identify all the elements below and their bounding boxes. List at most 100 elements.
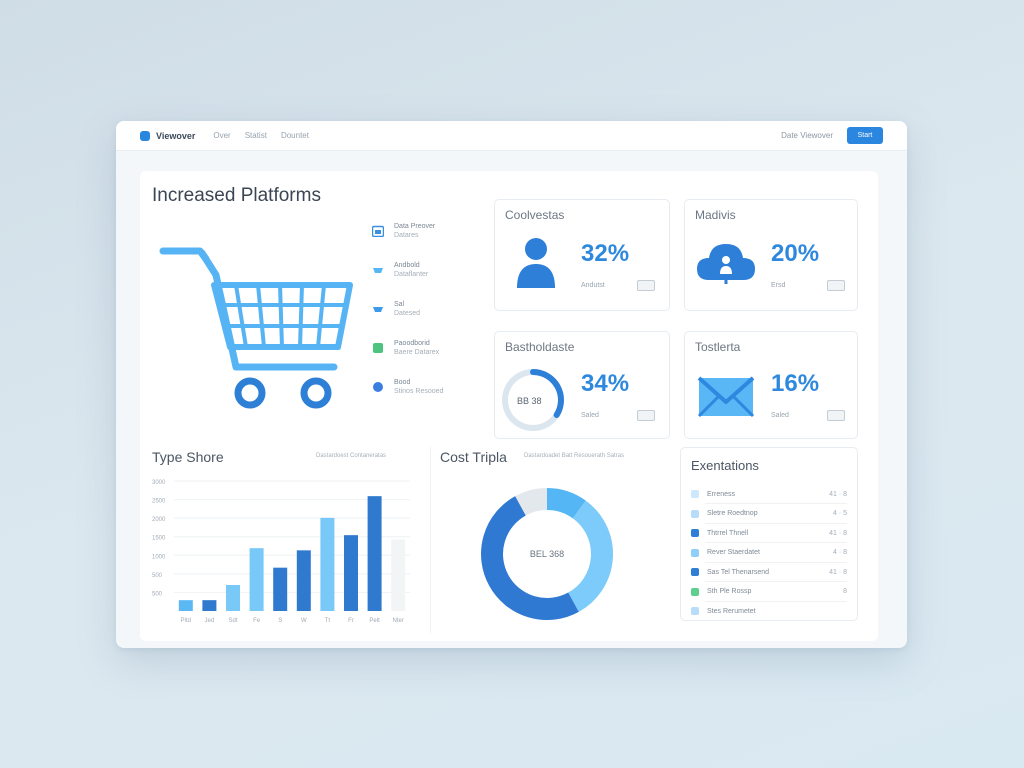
donut-slice-4[interactable]: [515, 488, 548, 516]
x-tick-label: Tt: [325, 618, 331, 624]
legend-subtitle: Stinos Resooed: [394, 388, 444, 395]
legend-title: Bood: [394, 379, 411, 386]
legend-title: Andbold: [394, 262, 420, 269]
event-row[interactable]: Rever Staerdatet 4 · 8: [691, 545, 847, 561]
event-row[interactable]: Sletre Roedtnop 4 · 5: [691, 506, 847, 522]
legend-subtitle: Datares: [394, 232, 419, 239]
stat-value: 34%: [581, 370, 630, 397]
legend-item[interactable]: Bood Stinos Resooed: [372, 379, 482, 418]
legend-subtitle: Baere Datarex: [394, 349, 440, 356]
event-dot-icon: [691, 568, 699, 576]
event-row[interactable]: Sas Tel Thenarsend 41 · 8: [691, 564, 847, 580]
event-meta: 41 · 8: [829, 490, 847, 498]
stat-meta: Ersd: [771, 282, 786, 289]
legend-item[interactable]: Andbold Dataflanter: [372, 262, 482, 301]
stat-card-coolvestas[interactable]: Coolvestas 32% Andutst: [494, 199, 670, 311]
dashboard-window: Viewover Over Statist Dountet Date Viewo…: [116, 121, 907, 648]
event-dot-icon: [691, 529, 699, 537]
tag-icon: [373, 268, 383, 273]
stat-card-tostlerta[interactable]: Tostlerta 16% Saled: [684, 331, 858, 439]
event-meta: 41 · 8: [829, 568, 847, 576]
stat-value: 32%: [581, 240, 630, 267]
arc-center-text: BB 38: [517, 396, 542, 406]
bar-w[interactable]: [296, 550, 311, 611]
bar-pitd[interactable]: [178, 600, 193, 611]
y-tick-label: 500: [152, 591, 163, 597]
legend-subtitle: Datesed: [394, 310, 421, 317]
legend-title: Sal: [394, 301, 405, 308]
bar-jed[interactable]: [202, 600, 217, 611]
event-label: Rever Staerdatet: [707, 549, 760, 556]
stat-chip[interactable]: [637, 410, 655, 421]
panel-title: Exentations: [691, 458, 759, 473]
stat-meta: Saled: [581, 412, 599, 419]
nav-link-dountet[interactable]: Dountet: [281, 131, 309, 140]
legend-item[interactable]: Sal Datesed: [372, 301, 482, 340]
bar-fe[interactable]: [249, 548, 264, 611]
event-label: Stes Rerumetet: [707, 607, 756, 615]
y-tick-label: 1500: [152, 536, 166, 542]
cloud-icon: [697, 244, 755, 284]
brand-logo[interactable]: Viewover: [140, 130, 195, 141]
donut-slice-1[interactable]: [546, 488, 586, 519]
stat-card-bastholdaste[interactable]: Bastholdaste BB 38 34% Saled: [494, 331, 670, 439]
event-row[interactable]: Thtrrel Thnell 41 · 8: [691, 525, 847, 541]
top-bar: Viewover Over Statist Dountet Date Viewo…: [116, 121, 907, 151]
nav-link-statist[interactable]: Statist: [245, 131, 267, 140]
event-label: Erreness: [707, 490, 736, 498]
stat-value: 16%: [771, 370, 820, 397]
stat-meta: Saled: [771, 412, 789, 419]
event-divider: [705, 522, 847, 524]
bar-s[interactable]: [273, 567, 288, 611]
event-label: Thtrrel Thnell: [707, 529, 749, 537]
bar-fr[interactable]: [344, 535, 358, 611]
donut-slice-2[interactable]: [567, 500, 613, 612]
x-tick-label: Nter: [393, 618, 404, 624]
x-tick-label: Fr: [348, 618, 354, 624]
donut-chart: BEL 368: [481, 488, 613, 620]
stat-chip[interactable]: [827, 410, 845, 421]
cost-triple-panel: Cost Tripla Dastardoadet Batt Resouerath…: [434, 443, 670, 633]
event-meta: 41 · 8: [829, 529, 847, 537]
legend-item[interactable]: Data Preover Datares: [372, 223, 482, 262]
bar-tt[interactable]: [320, 517, 335, 611]
panel-subtitle: Dastardoest Contaneratas: [316, 453, 387, 459]
user-icon: [517, 238, 555, 288]
nav-link-over[interactable]: Over: [213, 131, 230, 140]
x-tick-label: Pitd: [181, 618, 191, 624]
bar-nter[interactable]: [391, 539, 406, 612]
event-dot-icon: [691, 548, 699, 557]
y-tick-label: 2000: [152, 517, 166, 523]
circle-icon: [373, 382, 383, 392]
event-row[interactable]: Sth Ple Rossp 8: [691, 584, 847, 600]
stat-value: 20%: [771, 240, 820, 267]
event-row[interactable]: Erreness 41 · 8: [691, 486, 847, 502]
event-row[interactable]: Stes Rerumetet: [691, 603, 847, 619]
tag-icon: [373, 307, 383, 312]
progress-arc-icon: BB 38: [502, 369, 564, 431]
stat-label: Madivis: [695, 208, 736, 222]
event-divider: [705, 581, 847, 582]
stat-meta: Andutst: [581, 282, 605, 289]
panel-title: Type Shore: [152, 449, 224, 465]
panel-title: Cost Tripla: [440, 449, 507, 465]
y-tick-label: 2500: [152, 499, 166, 505]
bar-sdt[interactable]: [226, 585, 240, 611]
type-share-panel: Type Shore Dastardoest Contaneratas 3000…: [140, 443, 430, 633]
bar-pelt[interactable]: [367, 496, 382, 611]
start-button[interactable]: Start: [847, 127, 883, 144]
event-meta: 4 · 8: [832, 549, 847, 556]
event-divider: [705, 600, 847, 602]
event-label: Sth Ple Rossp: [707, 588, 752, 595]
stat-chip[interactable]: [637, 280, 655, 291]
calendar-icon: [372, 225, 384, 237]
x-tick-label: S: [278, 618, 282, 624]
date-selector[interactable]: Date Viewover: [781, 131, 833, 140]
bar-chart: 3000 2500 2000 1500 1000 500 500 Pitd Jed Sdt Fe S W…: [152, 480, 410, 624]
stat-card-madivis[interactable]: Madivis 20% Ersd: [684, 199, 858, 311]
legend-item[interactable]: Paoodborid Baere Datarex: [372, 340, 482, 379]
event-label: Sletre Roedtnop: [707, 510, 758, 517]
panel-subtitle: Dastardoadet Batt Resouerath Satras: [524, 453, 625, 459]
event-label: Sas Tel Thenarsend: [707, 568, 770, 576]
stat-chip[interactable]: [827, 280, 845, 291]
